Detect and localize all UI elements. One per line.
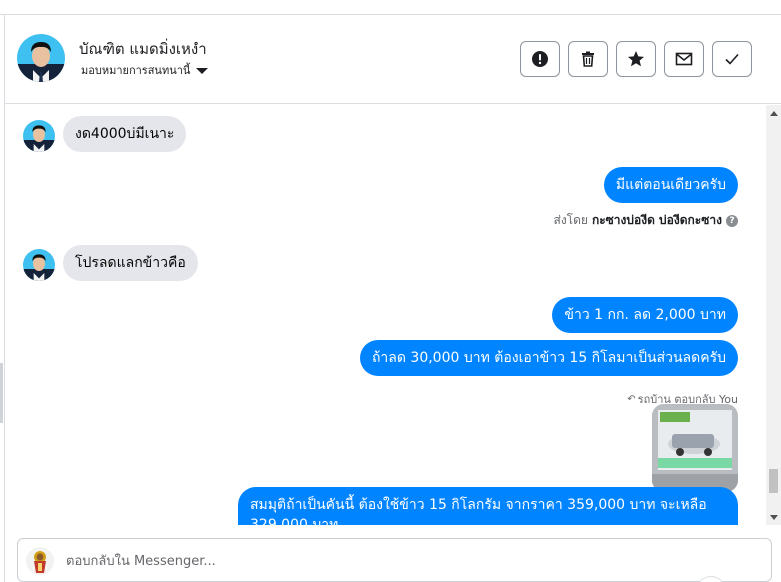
- reply-input[interactable]: [66, 547, 756, 575]
- alert-icon: [532, 51, 548, 67]
- sent-by-prefix: ส่งโดย: [553, 213, 588, 227]
- message-outgoing[interactable]: ข้าว 1 กก. ลด 2,000 บาท: [552, 297, 738, 333]
- mark-spam-button[interactable]: [520, 41, 560, 77]
- check-icon: [725, 53, 739, 65]
- sent-by-name[interactable]: กะซางบ่องีด บ่องีดกะซาง: [592, 211, 722, 230]
- scroll-up-icon[interactable]: [770, 111, 778, 116]
- mark-unread-button[interactable]: [664, 41, 704, 77]
- resize-handle[interactable]: [0, 363, 3, 423]
- scroll-thumb[interactable]: [769, 469, 778, 493]
- message-incoming[interactable]: โปรลดแลกข้าวคือ: [63, 245, 198, 281]
- header-actions: [520, 41, 752, 77]
- message-outgoing[interactable]: ถ้าลด 30,000 บาท ต้องเอาข้าว 15 กิโลมาเป…: [359, 340, 738, 376]
- delete-button[interactable]: [568, 41, 608, 77]
- star-button[interactable]: [616, 41, 656, 77]
- envelope-icon: [675, 52, 693, 66]
- message-thread[interactable]: งด4000บ่มีเนาะ มีแต่ตอนเดียวครับ ส่งโดย …: [5, 105, 766, 525]
- contact-name[interactable]: บัณฑิต แมดมิ่งเหงำ: [79, 37, 207, 61]
- help-icon[interactable]: ?: [726, 214, 738, 227]
- scroll-down-icon[interactable]: [770, 515, 778, 520]
- replied-image-attachment[interactable]: [652, 404, 738, 492]
- assign-conversation[interactable]: มอบหมายการสนทนานี้: [81, 61, 209, 79]
- conversation-header: บัณฑิต แมดมิ่งเหงำ มอบหมายการสนทนานี้: [5, 15, 781, 104]
- contact-avatar[interactable]: [17, 34, 65, 82]
- reply-composer: [17, 538, 772, 582]
- mark-done-button[interactable]: [712, 41, 752, 77]
- message-outgoing[interactable]: มีแต่ตอนเดียวครับ: [603, 167, 738, 203]
- page-avatar: [26, 547, 54, 575]
- sender-avatar[interactable]: [23, 249, 55, 281]
- star-icon: [628, 51, 644, 67]
- reply-arrow-icon: ↶: [627, 393, 636, 405]
- thread-scrollbar[interactable]: [766, 105, 781, 525]
- assign-label: มอบหมายการสนทนานี้: [81, 64, 191, 77]
- message-incoming[interactable]: งด4000บ่มีเนาะ: [63, 116, 187, 152]
- caret-down-icon: [196, 67, 209, 74]
- trash-icon: [582, 51, 594, 67]
- top-bar: [0, 0, 781, 15]
- sent-by-line: ส่งโดย กะซางบ่องีด บ่องีดกะซาง ?: [553, 211, 738, 230]
- message-outgoing[interactable]: สมมุติถ้าเป็นคันนี้ ต้องใช้ข้าว 15 กิโลก…: [238, 487, 738, 525]
- sender-avatar[interactable]: [23, 120, 55, 152]
